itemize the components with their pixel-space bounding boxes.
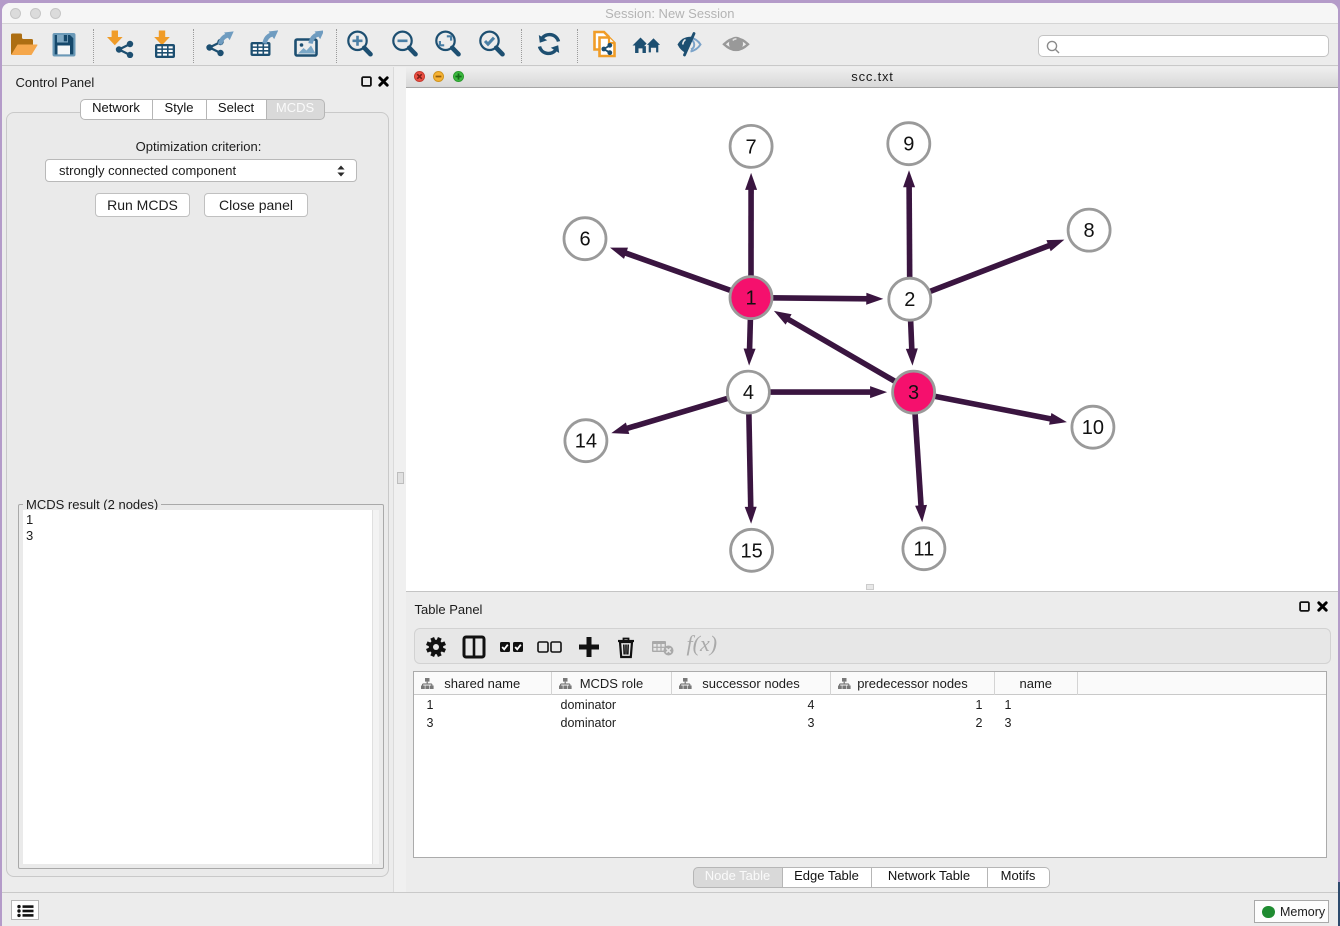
svg-text:3: 3 [908,382,919,404]
svg-text:7: 7 [745,136,756,158]
svg-text:10: 10 [1081,417,1103,439]
svg-text:8: 8 [1083,220,1094,242]
svg-text:4: 4 [742,382,753,404]
svg-text:9: 9 [903,134,914,156]
svg-text:14: 14 [574,431,596,453]
svg-text:11: 11 [913,539,934,561]
svg-text:2: 2 [904,289,915,311]
svg-text:6: 6 [579,229,590,251]
svg-text:1: 1 [745,288,756,310]
svg-text:15: 15 [740,540,762,562]
